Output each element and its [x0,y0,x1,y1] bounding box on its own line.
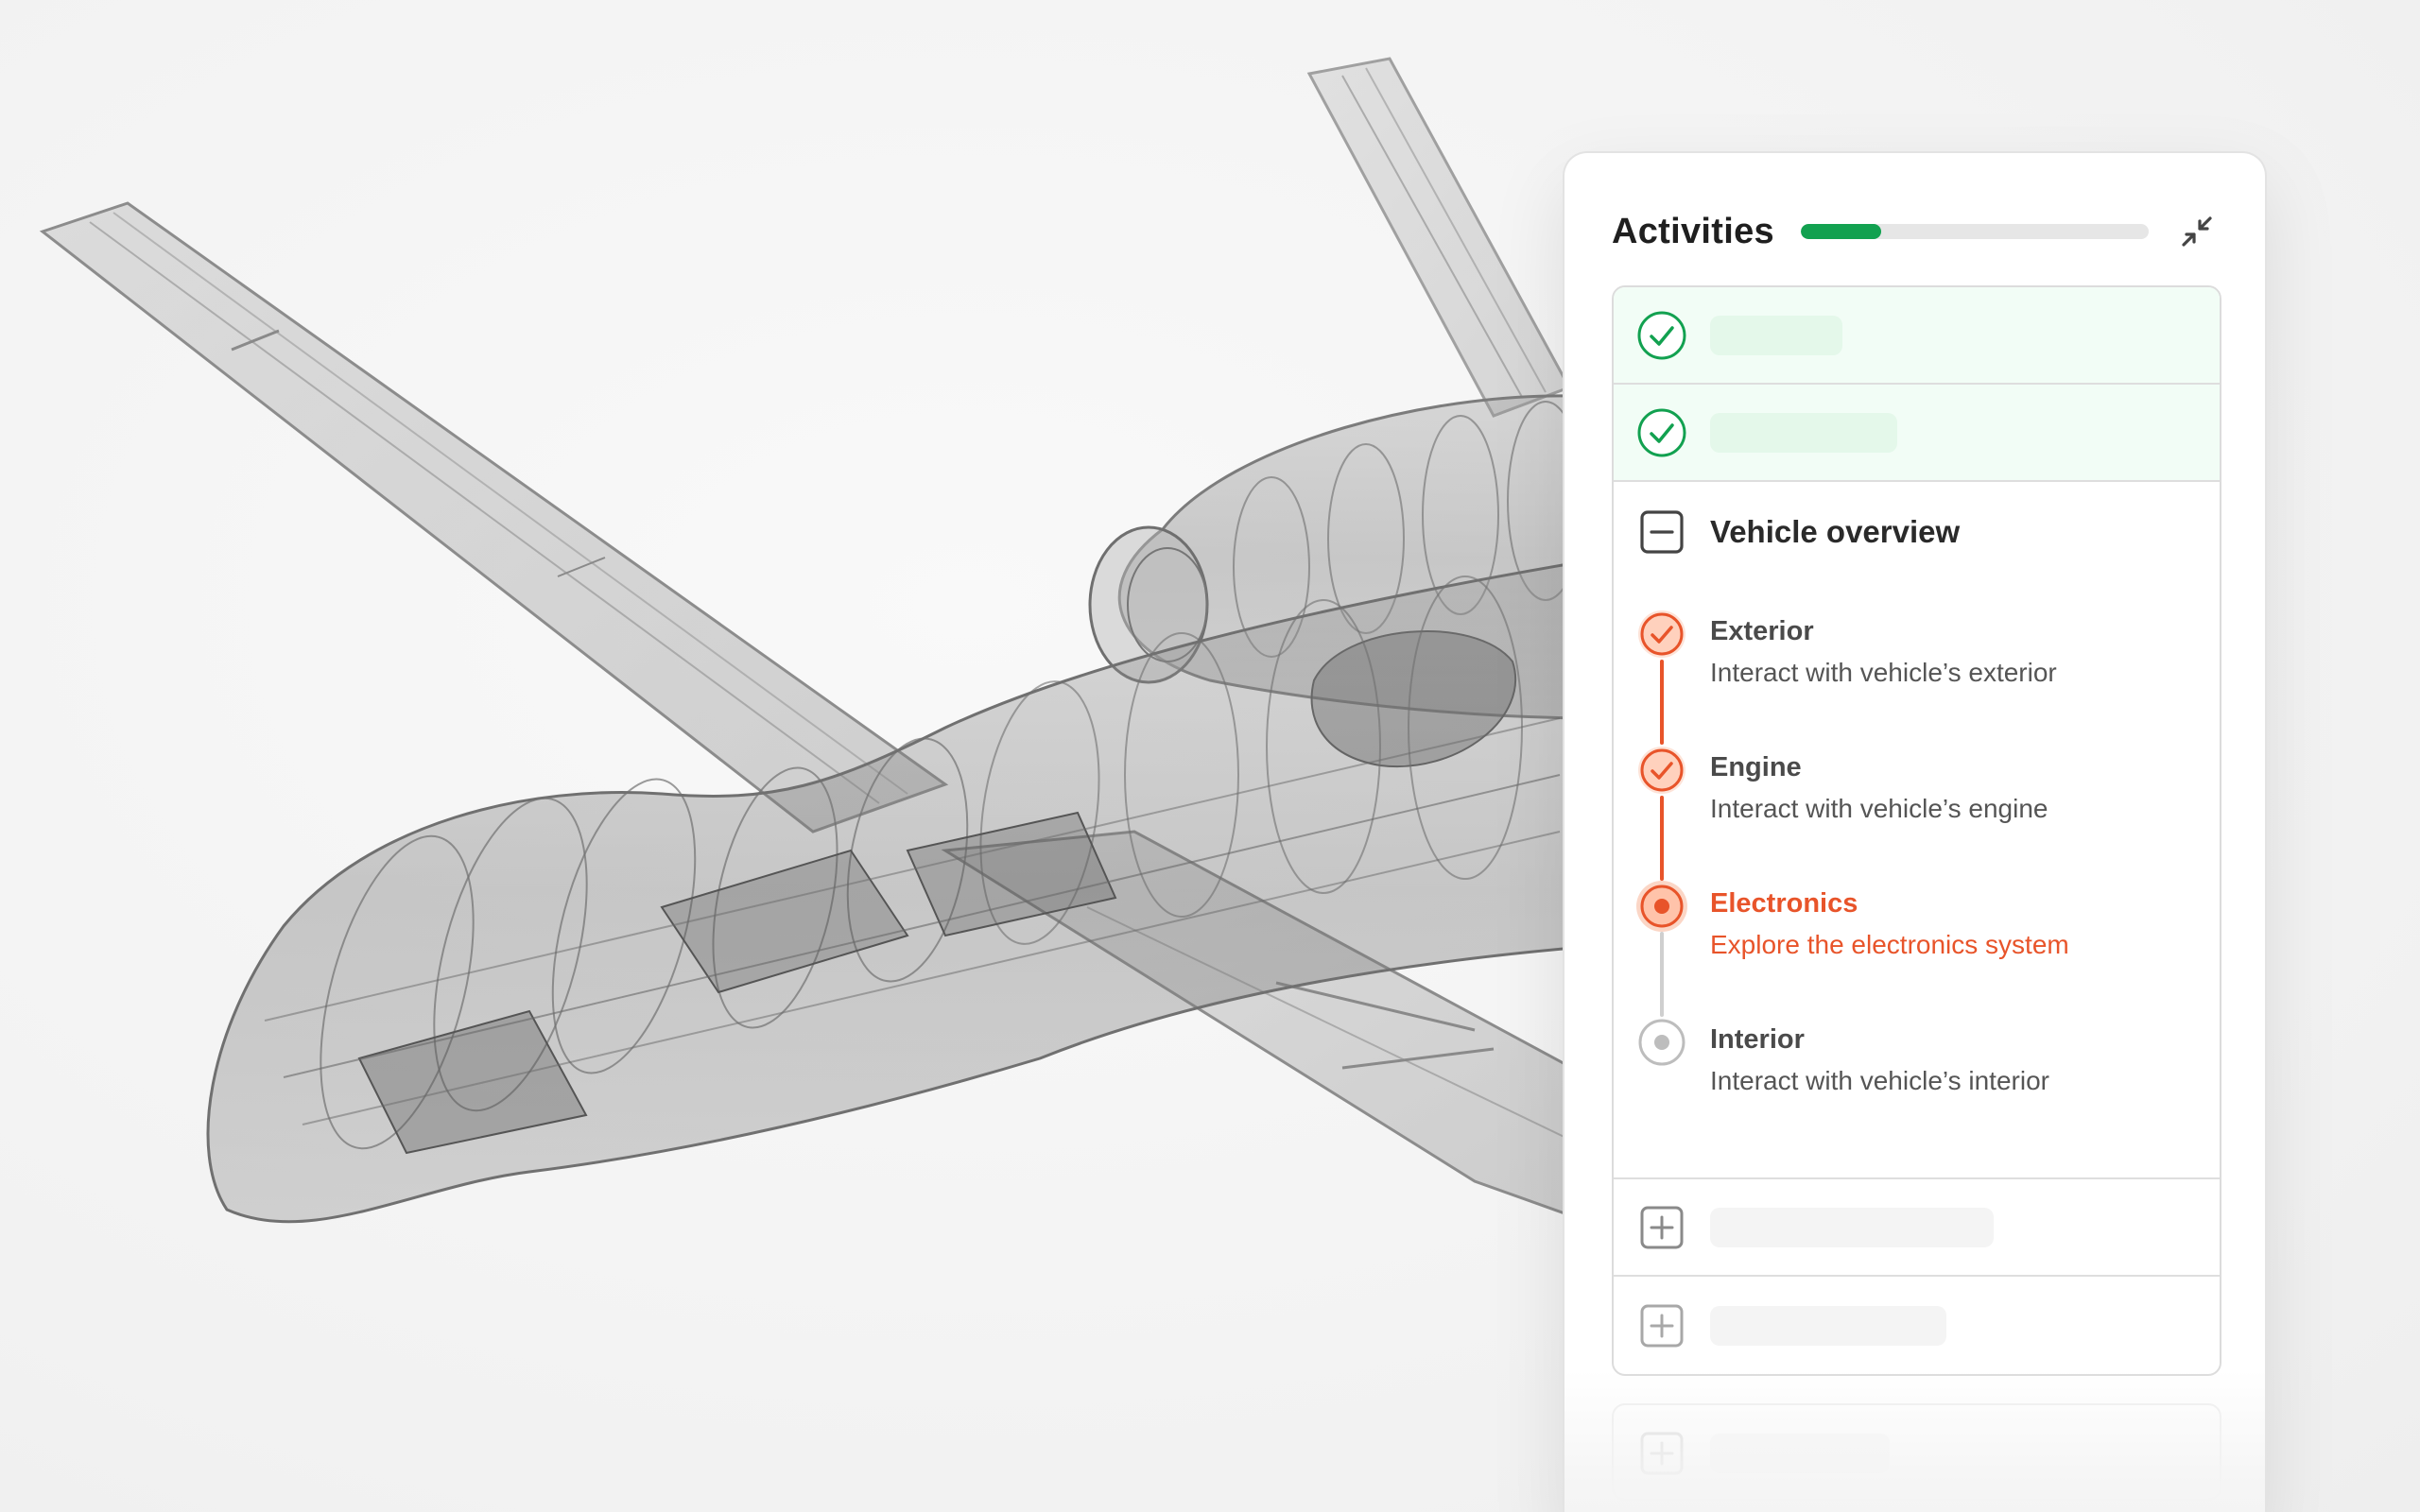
left-wing [39,201,949,833]
activity-row-collapsed[interactable] [1612,1403,2221,1501]
tail-fin [1306,57,1572,418]
step-electronics[interactable]: Electronics Explore the electronics syst… [1614,881,2220,985]
collapse-button[interactable] [2176,211,2218,252]
check-circle-icon [1637,408,1686,456]
section-vehicle-overview: Vehicle overview Exterior Interact with … [1614,482,2220,1179]
progress-bar-fill [1800,224,1881,239]
step-title: Exterior [1710,616,1814,646]
app-canvas: Activities Vehicle overview Exterior Int… [0,0,2420,1512]
activities-list: Vehicle overview Exterior Interact with … [1612,285,2221,1376]
activity-title-placeholder [1710,412,1897,453]
check-circle-icon [1638,747,1685,794]
activity-title-placeholder [1710,1207,1994,1247]
plus-square-icon [1640,1304,1684,1347]
progress-bar [1800,224,2149,239]
step-title: Electronics [1710,888,1858,919]
step-title: Engine [1710,752,1802,782]
plus-square-icon [1640,1206,1684,1248]
minus-square-icon [1640,510,1684,554]
step-title: Interior [1710,1024,1805,1055]
activity-title-placeholder [1710,1434,1890,1473]
step-interior[interactable]: Interior Interact with vehicle’s interio… [1614,1017,2220,1121]
section-header[interactable]: Vehicle overview [1614,482,2220,581]
empty-circle-icon [1638,1019,1685,1066]
step-description: Explore the electronics system [1710,930,2069,959]
check-circle-icon [1637,311,1686,359]
step-exterior[interactable]: Exterior Interact with vehicle’s exterio… [1614,609,2220,713]
dot-circle-icon [1636,881,1687,932]
panel-title: Activities [1612,211,1774,251]
activity-row-collapsed[interactable] [1614,1277,2220,1374]
collapse-arrows-icon [2182,216,2212,247]
step-description: Interact with vehicle’s interior [1710,1066,2049,1095]
activities-panel: Activities Vehicle overview Exterior Int… [1563,151,2267,1512]
activity-title-placeholder [1710,315,1842,355]
activity-title-placeholder [1710,1305,1946,1346]
activity-row-completed[interactable] [1614,385,2220,482]
activity-row-completed[interactable] [1614,287,2220,385]
step-description: Interact with vehicle’s exterior [1710,658,2057,687]
check-circle-icon [1638,610,1685,658]
section-title: Vehicle overview [1710,513,1961,549]
step-description: Interact with vehicle’s engine [1710,794,2048,823]
panel-header: Activities [1612,208,2218,255]
aircraft-3d-viewport[interactable] [0,0,1607,1512]
step-engine[interactable]: Engine Interact with vehicle’s engine [1614,745,2220,849]
plus-square-icon [1640,1432,1684,1475]
activity-row-collapsed[interactable] [1614,1179,2220,1277]
